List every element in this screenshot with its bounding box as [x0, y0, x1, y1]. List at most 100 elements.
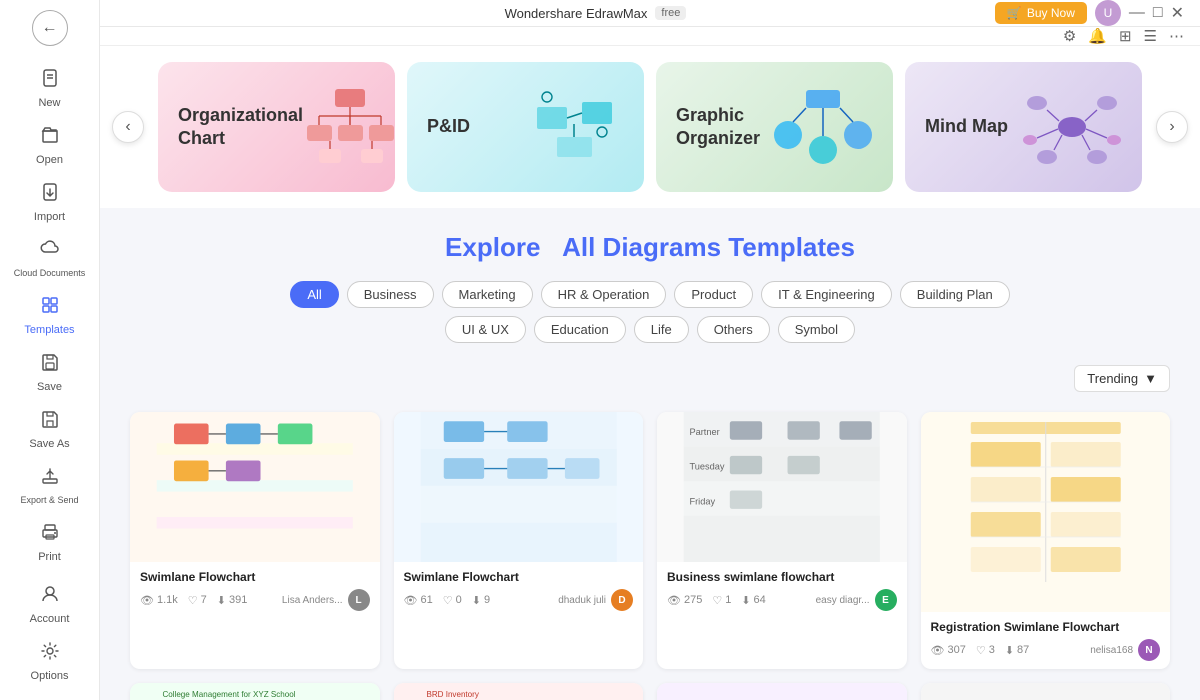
template-card-t2[interactable]: Swimlane Flowchart 👁 61 ♡ 0 ⬇ 9 dhaduk j… [394, 412, 644, 669]
template-card-t4[interactable]: Registration Swimlane Flowchart 👁 307 ♡ … [921, 412, 1171, 669]
sidebar-item-account[interactable]: Account [0, 576, 99, 633]
filter-education[interactable]: Education [534, 316, 626, 343]
carousel-card-mindmap[interactable]: Mind Map [905, 62, 1142, 192]
sort-dropdown[interactable]: Trending ▼ [1074, 365, 1170, 392]
sidebar-item-open-label: Open [36, 154, 63, 166]
view-icon[interactable]: ☰ [1144, 27, 1157, 45]
stat-views-t1: 👁 1.1k [140, 594, 178, 607]
filter-tags-row2: UI & UX Education Life Others Symbol [130, 316, 1170, 343]
stat-views-t2: 👁 61 [404, 594, 433, 607]
buy-now-button[interactable]: 🛒 Buy Now [995, 2, 1087, 24]
sidebar-item-save-label: Save [37, 381, 62, 393]
filter-others[interactable]: Others [697, 316, 770, 343]
sidebar-item-open[interactable]: Open [0, 117, 99, 174]
options-icon [40, 641, 60, 666]
template-meta-t1: 👁 1.1k ♡ 7 ⬇ 391 Lisa Anders... L [140, 589, 370, 611]
sidebar-item-cloud[interactable]: Cloud Documents [0, 231, 99, 287]
template-card-t5[interactable]: College Management for XYZ School [130, 683, 380, 700]
carousel-card-pid[interactable]: P&ID [407, 62, 644, 192]
carousel-card-pid-title: P&ID [427, 115, 470, 138]
settings-icon[interactable]: ⚙ [1063, 27, 1076, 45]
sidebar-item-saveas-label: Save As [29, 438, 69, 450]
close-icon[interactable]: ✕ [1171, 3, 1184, 23]
template-thumb-t1 [130, 412, 380, 562]
layout-icon[interactable]: ⊞ [1119, 27, 1132, 45]
filter-ui[interactable]: UI & UX [445, 316, 526, 343]
filter-business[interactable]: Business [347, 281, 434, 308]
template-stats-t3: 👁 275 ♡ 1 ⬇ 64 [667, 594, 766, 607]
template-thumb-t8: Loading... [921, 683, 1171, 700]
more-icon[interactable]: ⋯ [1169, 27, 1184, 45]
filter-hr[interactable]: HR & Operation [541, 281, 667, 308]
sort-row: Trending ▼ [100, 365, 1200, 400]
sidebar-item-options[interactable]: Options [0, 633, 99, 690]
filter-marketing[interactable]: Marketing [442, 281, 533, 308]
carousel-card-mindmap-image [1022, 82, 1122, 172]
template-card-t8[interactable]: Loading... [921, 683, 1171, 700]
account-icon [40, 584, 60, 609]
explore-title: Explore All Diagrams Templates [130, 232, 1170, 263]
carousel-next-button[interactable]: › [1156, 111, 1188, 143]
minimize-icon[interactable]: — [1129, 4, 1145, 22]
sidebar-item-print[interactable]: Print [0, 514, 99, 571]
sidebar-item-account-label: Account [30, 613, 70, 625]
sidebar-item-import[interactable]: Import [0, 174, 99, 231]
template-meta-t2: 👁 61 ♡ 0 ⬇ 9 dhaduk juli D [404, 589, 634, 611]
carousel-card-org[interactable]: Organizational Chart [158, 62, 395, 192]
template-card-t7[interactable]: Process Flow [657, 683, 907, 700]
avatar-t1: L [348, 589, 370, 611]
svg-text:BRD Inventory: BRD Inventory [426, 690, 479, 699]
sidebar-item-save[interactable]: Save [0, 344, 99, 401]
open-icon [40, 125, 60, 150]
filter-tags: All Business Marketing HR & Operation Pr… [130, 281, 1170, 308]
stat-views-t3: 👁 275 [667, 594, 702, 607]
carousel-prev-button[interactable]: ‹ [112, 111, 144, 143]
sidebar-item-export[interactable]: Export & Send [0, 458, 99, 514]
notification-icon[interactable]: 🔔 [1088, 27, 1107, 45]
template-meta-t4: 👁 307 ♡ 3 ⬇ 87 nelisa168 N [931, 639, 1161, 661]
explore-title-plain: Explore [445, 232, 540, 262]
sidebar-item-new-label: New [38, 97, 60, 109]
template-stats-t1: 👁 1.1k ♡ 7 ⬇ 391 [140, 594, 247, 607]
filter-all[interactable]: All [290, 281, 338, 308]
sidebar-item-new[interactable]: New [0, 60, 99, 117]
filter-it[interactable]: IT & Engineering [761, 281, 892, 308]
filter-life[interactable]: Life [634, 316, 689, 343]
template-card-t6[interactable]: BRD Inventory BRD Inventory [394, 683, 644, 700]
carousel-card-org-title: Organizational Chart [178, 104, 303, 151]
filter-building[interactable]: Building Plan [900, 281, 1010, 308]
template-thumb-t3: Partner Tuesday Friday [657, 412, 907, 562]
back-button[interactable]: ← [32, 10, 68, 46]
template-author-t2: dhaduk juli D [558, 589, 633, 611]
avatar-t3: E [875, 589, 897, 611]
svg-text:College Management for XYZ Sch: College Management for XYZ School [162, 690, 295, 699]
svg-text:Tuesday: Tuesday [689, 462, 724, 472]
carousel-card-org-image [303, 82, 395, 172]
sidebar: ← New Open Import Cloud Documents Templa… [0, 0, 100, 700]
new-icon [40, 68, 60, 93]
filter-product[interactable]: Product [674, 281, 753, 308]
sidebar-item-options-label: Options [31, 670, 69, 682]
carousel-section: ‹ Organizational Chart [100, 46, 1200, 208]
filter-symbol[interactable]: Symbol [778, 316, 855, 343]
templates-icon [40, 295, 60, 320]
template-card-t3[interactable]: Partner Tuesday Friday Business swimlane… [657, 412, 907, 669]
sidebar-item-print-label: Print [38, 551, 61, 563]
carousel-card-pid-image [524, 82, 624, 172]
template-grid: Swimlane Flowchart 👁 1.1k ♡ 7 ⬇ 391 Lisa… [100, 412, 1200, 700]
user-avatar[interactable]: U [1095, 0, 1121, 26]
carousel-card-graphic-image [773, 82, 873, 172]
sidebar-item-saveas[interactable]: Save As [0, 401, 99, 458]
template-info-t3: Business swimlane flowchart 👁 275 ♡ 1 ⬇ … [657, 562, 907, 619]
print-icon [40, 522, 60, 547]
carousel-card-graphic[interactable]: Graphic Organizer [656, 62, 893, 192]
template-thumb-t2 [394, 412, 644, 562]
template-card-t1[interactable]: Swimlane Flowchart 👁 1.1k ♡ 7 ⬇ 391 Lisa… [130, 412, 380, 669]
stat-likes-t2: ♡ 0 [443, 594, 462, 607]
template-thumb-t5: College Management for XYZ School [130, 683, 380, 700]
template-meta-t3: 👁 275 ♡ 1 ⬇ 64 easy diagr... E [667, 589, 897, 611]
sidebar-item-import-label: Import [34, 211, 65, 223]
sidebar-item-templates[interactable]: Templates [0, 287, 99, 344]
maximize-icon[interactable]: □ [1153, 4, 1163, 22]
template-author-t3: easy diagr... E [816, 589, 897, 611]
